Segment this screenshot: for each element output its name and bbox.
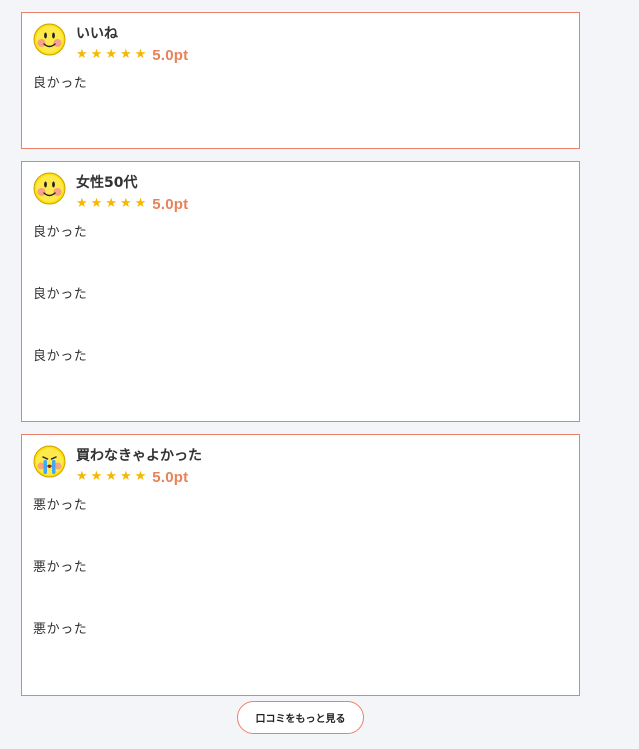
review-text: 悪かった: [33, 622, 88, 637]
star-icon: ★: [76, 469, 88, 484]
star-icon: ★: [105, 469, 117, 484]
review-header: 女性50代 ★ ★ ★ ★ ★ 5.0pt: [33, 172, 568, 228]
review-text: 良かった: [33, 76, 88, 91]
review-card: 女性50代 ★ ★ ★ ★ ★ 5.0pt 良かった 良かった 良かった: [21, 161, 580, 422]
review-header: 買わなきゃよかった ★ ★ ★ ★ ★ 5.0pt: [33, 445, 568, 501]
star-icon: ★: [105, 47, 117, 62]
star-icon: ★: [134, 196, 147, 211]
star-icon: ★: [90, 196, 103, 211]
star-icon: ★: [90, 469, 103, 484]
review-text: 良かった: [33, 349, 88, 364]
star-rating: ★ ★ ★ ★ ★: [76, 470, 149, 484]
more-reviews-wrap: 口コミをもっと見る: [237, 701, 364, 734]
star-icon: ★: [76, 47, 88, 62]
review-title: 買わなきゃよかった: [76, 448, 202, 464]
star-rating: ★ ★ ★ ★ ★: [76, 197, 149, 211]
more-reviews-button[interactable]: 口コミをもっと見る: [237, 701, 364, 734]
review-list: いいね ★ ★ ★ ★ ★ 5.0pt 良かった 女性50代 ★ ★ ★ ★ ★…: [21, 12, 580, 708]
rating-row: ★ ★ ★ ★ ★ 5.0pt: [76, 46, 189, 64]
smiley-face-icon: [33, 172, 66, 205]
review-header-text: 女性50代 ★ ★ ★ ★ ★ 5.0pt: [76, 172, 189, 213]
review-header-text: 買わなきゃよかった ★ ★ ★ ★ ★ 5.0pt: [76, 445, 202, 486]
rating-score: 5.0pt: [152, 468, 189, 486]
star-icon: ★: [134, 469, 147, 484]
star-icon: ★: [119, 47, 132, 62]
star-icon: ★: [119, 196, 132, 211]
review-card: 買わなきゃよかった ★ ★ ★ ★ ★ 5.0pt 悪かった 悪かった 悪かった: [21, 434, 580, 696]
smiley-face-icon: [33, 23, 66, 56]
rating-row: ★ ★ ★ ★ ★ 5.0pt: [76, 468, 202, 486]
review-text: 悪かった: [33, 498, 88, 513]
star-icon: ★: [90, 47, 103, 62]
review-body: 悪かった 悪かった 悪かった: [33, 496, 568, 640]
crying-face-icon: [33, 445, 66, 478]
star-icon: ★: [76, 196, 88, 211]
review-text: 良かった: [33, 287, 88, 302]
rating-score: 5.0pt: [152, 195, 189, 213]
review-text: 良かった: [33, 225, 88, 240]
review-body: 良かった 良かった 良かった: [33, 223, 568, 367]
review-title: 女性50代: [76, 175, 138, 191]
star-icon: ★: [105, 196, 117, 211]
review-header: いいね ★ ★ ★ ★ ★ 5.0pt: [33, 23, 568, 79]
review-body: 良かった: [33, 74, 568, 94]
star-icon: ★: [134, 47, 147, 62]
review-card: いいね ★ ★ ★ ★ ★ 5.0pt 良かった: [21, 12, 580, 149]
star-rating: ★ ★ ★ ★ ★: [76, 48, 149, 62]
review-text: 悪かった: [33, 560, 88, 575]
rating-score: 5.0pt: [152, 46, 189, 64]
review-header-text: いいね ★ ★ ★ ★ ★ 5.0pt: [76, 23, 189, 64]
rating-row: ★ ★ ★ ★ ★ 5.0pt: [76, 195, 189, 213]
star-icon: ★: [119, 469, 132, 484]
review-title: いいね: [76, 26, 118, 42]
